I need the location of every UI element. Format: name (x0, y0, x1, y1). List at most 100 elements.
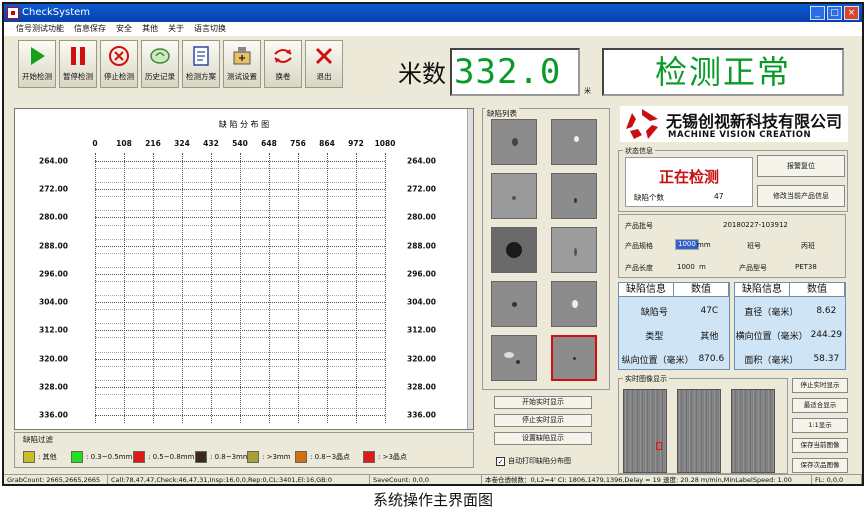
change-roll-button[interactable]: 换卷 (264, 40, 302, 88)
one-to-one-display-button[interactable]: 1:1显示 (792, 418, 848, 433)
toolbar-label: 检测方案 (186, 72, 216, 81)
table-header: 缺陷信息 (619, 283, 674, 296)
chart-grid (95, 153, 386, 423)
meter-unit: 米 (584, 87, 591, 95)
stop-realtime-button[interactable]: 停止实时显示 (792, 378, 848, 393)
grid-minor-hline (95, 196, 385, 198)
grid-minor-hline (95, 238, 385, 240)
table-header: 缺陷信息 (735, 283, 790, 296)
defect-thumbnail[interactable] (491, 281, 537, 327)
x-tick-label: 1080 (374, 139, 396, 148)
spec-unit: mm (697, 241, 711, 249)
chart-title: 缺 陷 分 布 图 (218, 120, 270, 129)
grid-minor-hline (95, 309, 385, 311)
table-cell: 47C (700, 306, 719, 316)
defect-thumbnail[interactable] (491, 119, 537, 165)
x-tick-label: 540 (232, 139, 248, 148)
grid-vline (211, 153, 212, 423)
x-tick-label: 0 (92, 139, 98, 148)
menu-save-info[interactable]: 信息保存 (74, 22, 106, 36)
chart-scrollbar[interactable] (467, 109, 473, 429)
grid-vline (153, 153, 154, 423)
defect-thumbnail[interactable] (551, 227, 597, 273)
grid-hline (95, 189, 385, 191)
play-icon (31, 47, 45, 65)
menu-signal-test[interactable]: 信号测试功能 (16, 22, 64, 36)
realtime-image (731, 389, 775, 473)
meter-label: 米数 (398, 60, 446, 88)
stop-realtime-display-button[interactable]: 停止实时显示 (494, 414, 592, 427)
legend-label: : >3晶点 (378, 453, 407, 461)
defect-thumbnail[interactable] (551, 119, 597, 165)
alarm-reset-button[interactable]: 报警复位 (757, 155, 845, 177)
modify-product-info-button[interactable]: 修改当前产品信息 (757, 185, 845, 207)
legend-item[interactable]: : 0.3~0.5mm (71, 451, 132, 463)
defect-thumbnail[interactable] (491, 173, 537, 219)
grid-minor-hline (95, 266, 385, 268)
auto-print-checkbox[interactable]: ✓ 自动打印缺陷分布图 (496, 456, 571, 466)
defect-thumbnail-selected[interactable] (551, 335, 597, 381)
window-title: CheckSystem (22, 7, 91, 18)
legend-item[interactable]: : 其他 (23, 451, 57, 463)
menu-language[interactable]: 语言切换 (194, 22, 226, 36)
realtime-title: 实时图像显示 (623, 374, 669, 384)
defect-thumbnail[interactable] (551, 173, 597, 219)
minimize-button[interactable]: _ (810, 6, 825, 20)
grid-hline (95, 358, 385, 360)
test-settings-button[interactable]: 测试设置 (223, 40, 261, 88)
stop-icon (109, 46, 129, 66)
close-button[interactable]: × (844, 6, 859, 20)
defect-filter-legend: 缺陷过滤 : 其他 : 0.3~0.5mm : 0.5~0.8mm : 0.8~… (14, 432, 474, 468)
exit-button[interactable]: 退出 (305, 40, 343, 88)
table-header: 数值 (674, 283, 729, 296)
save-current-image-button[interactable]: 保存当前图像 (792, 438, 848, 453)
defect-info-table-right: 缺陷信息 数值 直径（毫米） 8.62 横向位置（毫米） 244.29 面积（毫米） 5… (734, 282, 846, 370)
toolbar-label: 历史记录 (145, 72, 175, 81)
table-cell: 横向位置（毫米） (735, 331, 808, 342)
grid-minor-hline (95, 280, 385, 282)
table-cell: 244.29 (810, 330, 843, 340)
defect-list-title: 缺陷列表 (485, 108, 519, 119)
start-realtime-display-button[interactable]: 开始实时显示 (494, 396, 592, 409)
toolbar-label: 暂停检测 (63, 72, 93, 81)
legend-item[interactable]: : 0.8~3晶点 (295, 451, 350, 463)
grid-minor-hline (95, 365, 385, 367)
stop-detection-button[interactable]: 停止检测 (100, 40, 138, 88)
history-button[interactable]: 历史记录 (141, 40, 179, 88)
table-cell: 缺陷号 (640, 307, 668, 318)
company-logo: 无锡创视新科技有限公司 MACHINE VISION CREATION (620, 106, 848, 142)
spec-value-field[interactable]: 1000 (675, 239, 699, 250)
auto-print-label: 自动打印缺陷分布图 (508, 457, 571, 465)
detection-plan-button[interactable]: 检测方案 (182, 40, 220, 88)
pause-icon (71, 47, 85, 65)
y-tick-label: 288.00 (39, 241, 68, 251)
figure-caption: 系统操作主界面图 (372, 491, 493, 509)
legend-item[interactable]: : >3mm (247, 451, 291, 463)
legend-item[interactable]: : >3晶点 (363, 451, 407, 463)
toolbar: 开始检测 暂停检测 停止检测 历史记录 检测方案 测试设置 换卷 退出 (18, 40, 343, 88)
legend-item[interactable]: : 0.8~3mm (195, 451, 250, 463)
legend-label: : >3mm (262, 453, 291, 461)
y-tick-label: 328.00 (407, 382, 436, 392)
set-defect-display-button[interactable]: 设置缺陷显示 (494, 432, 592, 445)
maximize-button[interactable]: □ (827, 6, 842, 20)
menu-about[interactable]: 关于 (168, 22, 184, 36)
y-tick-label: 272.00 (39, 184, 68, 194)
y-tick-label: 264.00 (407, 156, 436, 166)
defect-thumbnail[interactable] (491, 335, 537, 381)
legend-swatch (133, 451, 145, 463)
grid-minor-hline (95, 252, 385, 254)
start-detection-button[interactable]: 开始检测 (18, 40, 56, 88)
legend-item[interactable]: : 0.5~0.8mm (133, 451, 194, 463)
defect-thumbnail[interactable] (551, 281, 597, 327)
save-defect-image-button[interactable]: 保存次品图像 (792, 458, 848, 473)
checkbox-box[interactable]: ✓ (496, 456, 505, 466)
menu-security[interactable]: 安全 (116, 22, 132, 36)
exit-icon (315, 47, 333, 65)
best-fit-display-button[interactable]: 最适合显示 (792, 398, 848, 413)
pause-detection-button[interactable]: 暂停检测 (59, 40, 97, 88)
defect-thumbnail[interactable] (491, 227, 537, 273)
legend-label: : 0.8~3晶点 (310, 453, 351, 461)
table-cell: 870.6 (698, 354, 725, 364)
menu-other[interactable]: 其他 (142, 22, 158, 36)
